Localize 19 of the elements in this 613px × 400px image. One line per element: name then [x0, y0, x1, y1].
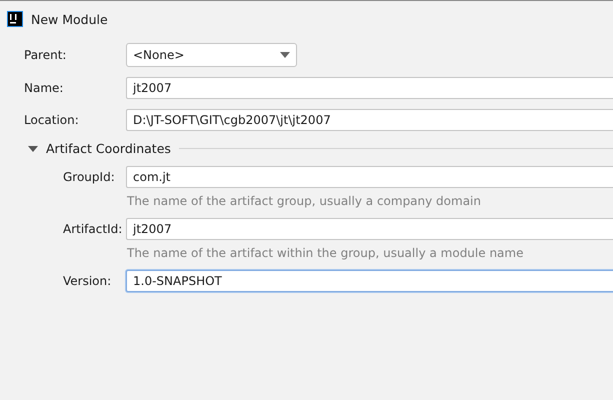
text-field[interactable]: jt2007 [126, 218, 613, 240]
text-field[interactable]: com.jt [126, 166, 613, 188]
parent-dropdown[interactable]: <None> [126, 43, 297, 67]
caret-icon [280, 52, 290, 58]
text-field[interactable]: D:\JT-SOFT\GIT\cgb2007\jt\jt2007 [126, 109, 613, 131]
collapse-triangle-icon[interactable] [28, 144, 38, 154]
section-title: Artifact Coordinates [46, 141, 171, 156]
app-logo-icon [7, 11, 23, 27]
text-field[interactable]: 1.0-SNAPSHOT [126, 270, 613, 292]
field-label: Location: [24, 113, 80, 127]
field-label: GroupId: [63, 170, 116, 184]
text-field[interactable]: jt2007 [126, 77, 613, 99]
field-label: Parent: [24, 48, 68, 62]
field-hint: The name of the artifact within the group, usually a module name [126, 246, 524, 260]
field-label: ArtifactId: [63, 222, 124, 236]
field-hint: The name of the artifact group, usually a company domain [126, 194, 482, 208]
field-label: Name: [24, 81, 64, 95]
field-label: Version: [63, 274, 112, 288]
window-title: New Module [31, 12, 108, 26]
